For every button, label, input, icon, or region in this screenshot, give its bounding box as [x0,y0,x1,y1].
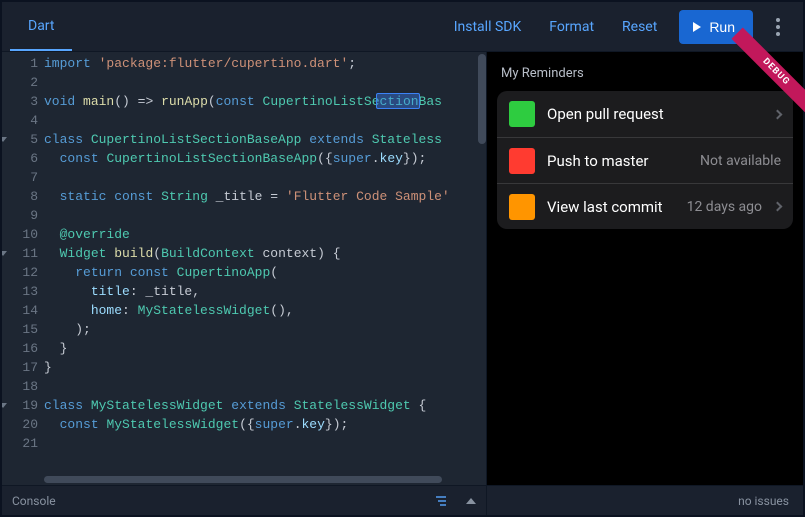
code-line[interactable]: title: _title, [44,282,486,301]
line-number: 6 [2,149,38,168]
console-label: Console [12,494,56,508]
line-number: 12 [2,263,38,282]
list-item-title: Open pull request [547,105,762,123]
line-number: 8 [2,187,38,206]
install-sdk-link[interactable]: Install SDK [440,13,536,41]
code-line[interactable] [44,434,486,453]
line-number: 10 [2,225,38,244]
line-number: 7 [2,168,38,187]
line-number: 9 [2,206,38,225]
reset-link[interactable]: Reset [608,13,671,41]
color-swatch-icon [509,194,535,220]
code-line[interactable]: void main() => runApp(const CupertinoLis… [44,92,486,111]
more-vertical-icon [776,18,780,36]
line-number: 1 [2,54,38,73]
code-line[interactable]: } [44,339,486,358]
code-line[interactable] [44,206,486,225]
console-bar: Console [2,485,486,515]
fold-caret-icon[interactable] [2,251,7,260]
dartpad-app: Dart Install SDK Format Reset Run 123456… [0,0,805,517]
play-icon [693,22,701,32]
line-number: 5 [2,130,38,149]
expand-console-icon[interactable] [466,498,476,504]
chevron-right-icon [773,109,783,119]
list-item[interactable]: Push to master Not available [497,137,793,183]
line-number: 3 [2,92,38,111]
code-line[interactable]: } [44,358,486,377]
line-number: 15 [2,320,38,339]
preview-content: My Reminders Open pull requestPush to ma… [487,52,803,485]
code-line[interactable]: ); [44,320,486,339]
code-line[interactable]: @override [44,225,486,244]
code-line[interactable] [44,111,486,130]
line-number: 17 [2,358,38,377]
code-line[interactable] [44,168,486,187]
horizontal-scrollbar-thumb[interactable] [44,476,442,483]
code-line[interactable]: static const String _title = 'Flutter Co… [44,187,486,206]
list-item-subtitle: Not available [700,153,781,169]
list-item-title: View last commit [547,198,675,216]
code-line[interactable]: home: MyStatelessWidget(), [44,301,486,320]
line-number: 4 [2,111,38,130]
line-number: 20 [2,415,38,434]
code-editor[interactable]: 123456789101112131415161718192021 import… [2,52,486,485]
list-item-subtitle: 12 days ago [687,199,762,215]
color-swatch-icon [509,101,535,127]
line-number: 18 [2,377,38,396]
code-line[interactable]: const CupertinoListSectionBaseApp({super… [44,149,486,168]
vertical-scrollbar-thumb[interactable] [478,54,486,144]
preview-pane: DEBUG My Reminders Open pull requestPush… [487,52,803,515]
line-number: 19 [2,396,38,415]
code-line[interactable] [44,377,486,396]
overflow-menu-button[interactable] [761,10,795,44]
code-line[interactable]: return const CupertinoApp( [44,263,486,282]
line-number: 14 [2,301,38,320]
preview-list: Open pull request Push to master Not avail… [497,91,793,229]
fold-caret-icon[interactable] [2,137,7,146]
line-number: 13 [2,282,38,301]
list-item-title: Push to master [547,152,688,170]
toolbar: Dart Install SDK Format Reset Run [2,2,803,52]
run-button-label: Run [709,19,735,35]
code-line[interactable]: class MyStatelessWidget extends Stateles… [44,396,486,415]
line-number: 2 [2,73,38,92]
list-icon[interactable] [434,495,454,507]
issues-label: no issues [738,494,789,508]
format-link[interactable]: Format [535,13,608,41]
code-line[interactable]: const MyStatelessWidget({super.key}); [44,415,486,434]
line-number: 11 [2,244,38,263]
code-content[interactable]: import 'package:flutter/cupertino.dart';… [42,52,486,485]
preview-status-bar: no issues [487,485,803,515]
code-line[interactable] [44,73,486,92]
line-gutter: 123456789101112131415161718192021 [2,52,42,485]
list-item[interactable]: Open pull request [497,91,793,137]
main-split: 123456789101112131415161718192021 import… [2,52,803,515]
code-line[interactable]: class CupertinoListSectionBaseApp extend… [44,130,486,149]
tab-dart[interactable]: Dart [10,2,72,51]
fold-caret-icon[interactable] [2,403,7,412]
color-swatch-icon [509,148,535,174]
code-line[interactable]: import 'package:flutter/cupertino.dart'; [44,54,486,73]
line-number: 16 [2,339,38,358]
chevron-right-icon [773,202,783,212]
editor-pane: 123456789101112131415161718192021 import… [2,52,487,515]
line-number: 21 [2,434,38,453]
code-line[interactable]: Widget build(BuildContext context) { [44,244,486,263]
list-item[interactable]: View last commit 12 days ago [497,183,793,229]
